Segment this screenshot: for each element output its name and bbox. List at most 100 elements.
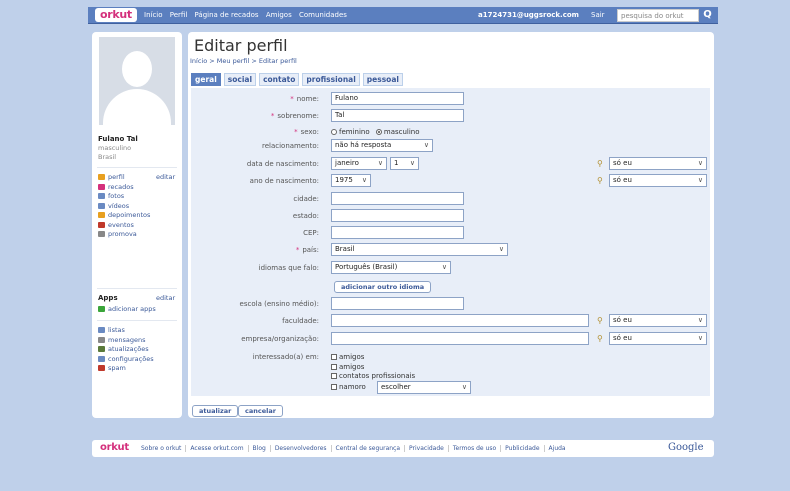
- sidebar-item-eventos[interactable]: eventos: [98, 221, 178, 231]
- sidebar-item-atualizacoes[interactable]: atualizações: [98, 345, 178, 355]
- form-row-cidade: cidade:: [191, 192, 710, 209]
- faculdade-label: faculdade:: [282, 317, 319, 325]
- nav-inicio[interactable]: Início: [144, 11, 163, 19]
- sidebar-item-promova[interactable]: promova: [98, 230, 178, 240]
- birth-day-select[interactable]: 1: [390, 157, 419, 170]
- footer-link-seguranca[interactable]: Central de segurança: [330, 445, 405, 452]
- checkbox-namoro[interactable]: [331, 384, 337, 390]
- sidebar-item-videos[interactable]: vídeos: [98, 202, 178, 212]
- pais-select[interactable]: Brasil: [331, 243, 508, 256]
- sidebar-item-configuracoes[interactable]: configurações: [98, 355, 178, 365]
- add-photo-link[interactable]: adicionar foto: [99, 119, 175, 127]
- search-input[interactable]: pesquisa do orkut: [617, 9, 699, 22]
- search-button[interactable]: Q: [700, 8, 715, 23]
- cep-label: CEP:: [303, 229, 319, 237]
- nav-comunidades[interactable]: Comunidades: [299, 11, 347, 19]
- apps-heading: Apps: [98, 294, 118, 302]
- checkbox-amigos-1[interactable]: [331, 354, 337, 360]
- user-icon: [98, 174, 105, 180]
- cep-field[interactable]: [331, 226, 464, 239]
- sidebar-item-recados[interactable]: recados: [98, 183, 178, 193]
- privacy-key-icon: ⚲: [597, 176, 603, 185]
- cancel-button[interactable]: cancelar: [238, 405, 283, 417]
- year-privacy-select[interactable]: só eu: [609, 174, 707, 187]
- footer-link-sobre[interactable]: Sobre o orkut: [137, 445, 185, 452]
- calendar-icon: [98, 221, 105, 228]
- footer-link-ajuda[interactable]: Ajuda: [543, 445, 570, 452]
- profile-name: Fulano Tal: [98, 135, 138, 143]
- tab-contato[interactable]: contato: [259, 73, 300, 86]
- profile-form: * nome: Fulano * sobrenome: Tal * sexo: fem…: [191, 88, 710, 396]
- breadcrumb[interactable]: Início > Meu perfil > Editar perfil: [190, 57, 297, 65]
- orkut-logo[interactable]: orkut: [95, 8, 137, 22]
- profile-links: perfil recados fotos vídeos depoimentos …: [98, 173, 178, 240]
- nav-amigos[interactable]: Amigos: [266, 11, 292, 19]
- birth-year-select[interactable]: 1975: [331, 174, 371, 187]
- namoro-select[interactable]: escolher: [377, 381, 471, 394]
- avatar[interactable]: [99, 37, 175, 125]
- spam-icon: [98, 365, 105, 371]
- form-row-ano: ano de nascimento: 1975 ⚲ só eu: [191, 174, 710, 191]
- idiomas-select[interactable]: Português (Brasil): [331, 261, 451, 274]
- radio-masculino[interactable]: [375, 129, 382, 135]
- save-button[interactable]: atualizar: [192, 405, 239, 417]
- sidebar-item-depoimentos[interactable]: depoimentos: [98, 211, 178, 221]
- sobrenome-field[interactable]: Tal: [331, 109, 464, 122]
- nome-label: * nome:: [290, 95, 319, 103]
- cidade-field[interactable]: [331, 192, 464, 205]
- sexo-options: feminino masculino: [331, 128, 420, 136]
- tab-geral[interactable]: geral: [191, 73, 221, 86]
- nome-field[interactable]: Fulano: [331, 92, 464, 105]
- footer-orkut-logo[interactable]: orkut: [100, 442, 129, 453]
- tab-bar: geral social contato profissional pessoa…: [191, 73, 403, 86]
- sidebar-item-listas[interactable]: listas: [98, 326, 178, 336]
- form-row-faculdade: faculdade: ⚲ só eu: [191, 314, 710, 331]
- tab-pessoal[interactable]: pessoal: [362, 73, 403, 86]
- photo-icon: [98, 193, 105, 199]
- footer-link-desenvolvedores[interactable]: Desenvolvedores: [269, 445, 331, 452]
- sidebar-item-mensagens[interactable]: mensagens: [98, 336, 178, 346]
- google-logo: Google: [668, 442, 704, 453]
- tab-social[interactable]: social: [223, 73, 257, 86]
- faculdade-field[interactable]: [331, 314, 589, 327]
- sidebar-item-fotos[interactable]: fotos: [98, 192, 178, 202]
- sobrenome-label: * sobrenome:: [270, 112, 319, 120]
- footer-link-blog[interactable]: Blog: [247, 445, 270, 452]
- form-row-nome: * nome: Fulano: [191, 92, 710, 109]
- idiomas-label: idiomas que falo:: [258, 264, 319, 272]
- sidebar-item-spam[interactable]: spam: [98, 364, 178, 374]
- mail-icon: [98, 336, 105, 343]
- tab-profissional[interactable]: profissional: [302, 73, 360, 86]
- form-row-interessado: interessado(a) em: amigos amigos contato…: [191, 350, 710, 396]
- nav-recados[interactable]: Página de recados: [195, 11, 259, 19]
- empresa-label: empresa/organização:: [241, 335, 319, 343]
- apps-edit-link[interactable]: editar: [156, 294, 175, 302]
- faculdade-privacy-select[interactable]: só eu: [609, 314, 707, 327]
- profile-gender: masculino: [98, 144, 132, 152]
- wrench-icon: [98, 355, 105, 362]
- footer-link-publicidade[interactable]: Publicidade: [500, 445, 544, 452]
- sidebar-item-perfil[interactable]: perfil: [98, 173, 178, 183]
- checkbox-contatos[interactable]: [331, 373, 337, 379]
- relacionamento-select[interactable]: não há resposta: [331, 139, 433, 152]
- logout-link[interactable]: Sair: [591, 11, 605, 19]
- form-row-idiomas: idiomas que falo: Português (Brasil): [191, 261, 710, 278]
- footer-link-acesse[interactable]: Acesse orkut.com: [185, 445, 248, 452]
- footer-link-privacidade[interactable]: Privacidade: [404, 445, 448, 452]
- radio-feminino[interactable]: [331, 129, 337, 135]
- birth-month-select[interactable]: janeiro: [331, 157, 387, 170]
- sidebar-item-adicionar-apps[interactable]: adicionar apps: [98, 305, 178, 315]
- footer-link-termos[interactable]: Termos de uso: [447, 445, 501, 452]
- escola-field[interactable]: [331, 297, 464, 310]
- empresa-privacy-select[interactable]: só eu: [609, 332, 707, 345]
- video-icon: [98, 202, 105, 209]
- checkbox-amigos-2[interactable]: [331, 363, 337, 370]
- empresa-field[interactable]: [331, 332, 589, 345]
- nav-perfil[interactable]: Perfil: [170, 11, 188, 19]
- birthdate-privacy-select[interactable]: só eu: [609, 157, 707, 170]
- sexo-label: * sexo:: [294, 128, 319, 136]
- estado-field[interactable]: [331, 209, 464, 222]
- add-language-button[interactable]: adicionar outro idioma: [334, 281, 432, 293]
- pencil-icon: [98, 183, 105, 190]
- form-row-escola: escola (ensino médio):: [191, 297, 710, 314]
